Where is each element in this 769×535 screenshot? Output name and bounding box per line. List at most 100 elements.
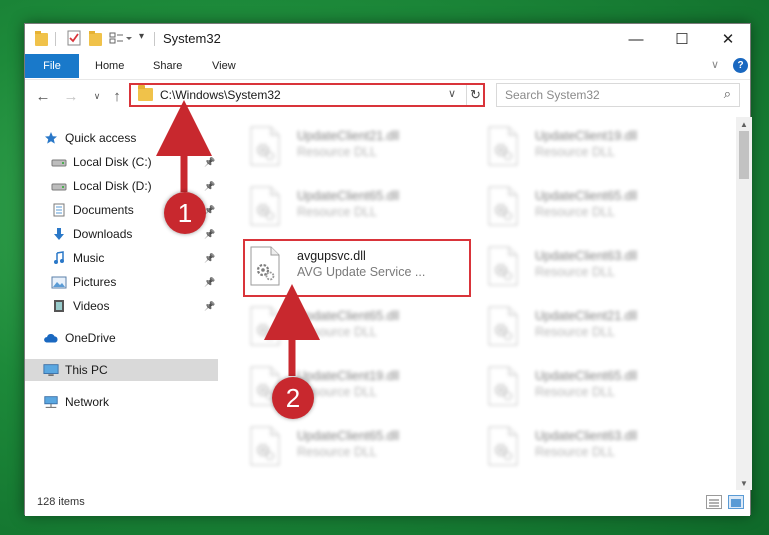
help-icon[interactable]: ? bbox=[733, 58, 748, 73]
sidebar-item-pictures[interactable]: Pictures 📌 bbox=[25, 271, 218, 293]
navigation-pane: Quick access Local Disk (C:) 📌 Local Disk (… bbox=[25, 117, 218, 490]
file-item[interactable]: UpdateClient19.dll Resource DLL bbox=[487, 123, 717, 173]
file-type: Resource DLL bbox=[297, 445, 377, 459]
tab-view[interactable]: View bbox=[212, 54, 236, 78]
dll-file-icon bbox=[487, 186, 519, 226]
scroll-down-arrow[interactable]: ▼ bbox=[736, 476, 752, 490]
address-bar[interactable]: C:\Windows\System32 ∨ ↻ bbox=[129, 83, 485, 107]
videos-icon bbox=[51, 299, 67, 313]
music-icon bbox=[51, 251, 67, 265]
sidebar-item-onedrive[interactable]: OneDrive bbox=[25, 327, 218, 349]
window-title: System32 bbox=[163, 31, 221, 46]
search-box[interactable]: ⌕ bbox=[496, 83, 740, 107]
pin-icon[interactable]: 📌 bbox=[204, 157, 215, 168]
search-input[interactable] bbox=[505, 87, 705, 103]
computer-icon bbox=[43, 363, 59, 377]
ribbon-tabs: File Home Share View ∨ ? bbox=[25, 54, 750, 78]
search-icon[interactable]: ⌕ bbox=[724, 86, 731, 102]
item-count: 128 items bbox=[37, 496, 85, 508]
file-type: Resource DLL bbox=[535, 205, 615, 219]
minimize-button[interactable]: — bbox=[613, 24, 659, 54]
sidebar-item-quick-access[interactable]: Quick access bbox=[25, 127, 218, 149]
drive-icon bbox=[51, 179, 67, 193]
pictures-icon bbox=[51, 275, 67, 289]
step-marker-1: 1 bbox=[164, 192, 206, 234]
refresh-button[interactable]: ↻ bbox=[466, 84, 484, 106]
title-separator bbox=[154, 32, 155, 46]
sidebar-item-this-pc[interactable]: This PC bbox=[25, 359, 218, 381]
file-item[interactable]: UpdateClient65.dll Resource DLL bbox=[249, 423, 479, 473]
file-item[interactable]: UpdateClient65.dll Resource DLL bbox=[249, 303, 479, 353]
up-button[interactable]: ↑ bbox=[107, 85, 127, 107]
drive-icon bbox=[51, 155, 67, 169]
status-bar: 128 items bbox=[25, 490, 750, 516]
file-name: UpdateClient65.dll bbox=[297, 429, 400, 443]
cloud-icon bbox=[43, 331, 59, 345]
file-type: Resource DLL bbox=[535, 385, 615, 399]
file-type: Resource DLL bbox=[535, 445, 615, 459]
dll-file-icon bbox=[249, 306, 281, 346]
file-item[interactable]: UpdateClient65.dll Resource DLL bbox=[487, 183, 717, 233]
sidebar-item-label: Documents bbox=[73, 203, 134, 217]
file-name: UpdateClient19.dll bbox=[535, 129, 638, 143]
scroll-up-arrow[interactable]: ▲ bbox=[736, 117, 752, 131]
tab-home[interactable]: Home bbox=[95, 54, 124, 78]
dll-file-icon bbox=[487, 246, 519, 286]
pin-icon[interactable]: 📌 bbox=[204, 181, 215, 192]
sidebar-item-label: This PC bbox=[65, 363, 108, 377]
file-item[interactable]: UpdateClient63.dll Resource DLL bbox=[487, 243, 717, 293]
expand-ribbon-icon[interactable]: ∨ bbox=[711, 58, 719, 71]
sidebar-item-network[interactable]: Network bbox=[25, 391, 218, 413]
back-button[interactable]: ← bbox=[33, 85, 53, 107]
file-type: Resource DLL bbox=[535, 265, 615, 279]
large-icons-view-icon[interactable] bbox=[728, 495, 744, 509]
sidebar-item-music[interactable]: Music 📌 bbox=[25, 247, 218, 269]
pin-icon[interactable]: 📌 bbox=[204, 229, 215, 240]
customize-toolbar-icon[interactable]: ▾ bbox=[139, 31, 149, 49]
file-item-avgupsvc[interactable]: avgupsvc.dll AVG Update Service ... bbox=[249, 243, 479, 293]
network-icon bbox=[43, 395, 59, 409]
recent-locations-button[interactable]: ∨ bbox=[87, 85, 107, 107]
step-marker-2: 2 bbox=[272, 377, 314, 419]
pin-icon[interactable]: 📌 bbox=[204, 253, 215, 264]
file-type: Resource DLL bbox=[297, 325, 377, 339]
title-separator bbox=[55, 32, 56, 46]
tab-file[interactable]: File bbox=[25, 54, 79, 78]
file-type: Resource DLL bbox=[535, 145, 615, 159]
dll-file-icon bbox=[487, 306, 519, 346]
file-item[interactable]: UpdateClient21.dll Resource DLL bbox=[249, 123, 479, 173]
properties-icon[interactable] bbox=[67, 30, 81, 48]
file-type: AVG Update Service ... bbox=[297, 265, 426, 279]
sidebar-item-label: Pictures bbox=[73, 275, 117, 289]
maximize-button[interactable]: ☐ bbox=[659, 24, 705, 54]
dll-file-icon bbox=[249, 126, 281, 166]
close-button[interactable]: ✕ bbox=[705, 24, 751, 54]
details-view-icon[interactable] bbox=[706, 495, 722, 509]
folder-icon bbox=[138, 85, 153, 101]
file-item[interactable]: UpdateClient63.dll Resource DLL bbox=[487, 423, 717, 473]
file-name: UpdateClient19.dll bbox=[297, 369, 400, 383]
scroll-thumb[interactable] bbox=[739, 131, 749, 179]
file-type: Resource DLL bbox=[297, 145, 377, 159]
sidebar-item-label: OneDrive bbox=[65, 331, 116, 345]
file-name: UpdateClient65.dll bbox=[535, 369, 638, 383]
sidebar-item-label: Local Disk (C:) bbox=[73, 155, 152, 169]
sidebar-item-label: Local Disk (D:) bbox=[73, 179, 152, 193]
view-options-icon[interactable] bbox=[109, 30, 133, 48]
file-item[interactable]: UpdateClient65.dll Resource DLL bbox=[487, 363, 717, 413]
dll-file-icon bbox=[487, 426, 519, 466]
sidebar-item-local-disk-c[interactable]: Local Disk (C:) 📌 bbox=[25, 151, 218, 173]
pin-icon[interactable]: 📌 bbox=[204, 301, 215, 312]
file-item[interactable]: UpdateClient65.dll Resource DLL bbox=[249, 183, 479, 233]
sidebar-item-videos[interactable]: Videos 📌 bbox=[25, 295, 218, 317]
vertical-scrollbar[interactable]: ▲ ▼ bbox=[736, 117, 752, 490]
file-list: UpdateClient21.dll Resource DLL UpdateClie… bbox=[219, 117, 736, 490]
dll-file-icon bbox=[249, 186, 281, 226]
new-folder-icon[interactable] bbox=[89, 30, 102, 48]
forward-button[interactable]: → bbox=[61, 85, 81, 107]
file-item[interactable]: UpdateClient21.dll Resource DLL bbox=[487, 303, 717, 353]
tab-share[interactable]: Share bbox=[153, 54, 182, 78]
pin-icon[interactable]: 📌 bbox=[204, 277, 215, 288]
chevron-down-icon[interactable]: ∨ bbox=[448, 87, 456, 100]
address-path[interactable]: C:\Windows\System32 bbox=[160, 88, 281, 102]
